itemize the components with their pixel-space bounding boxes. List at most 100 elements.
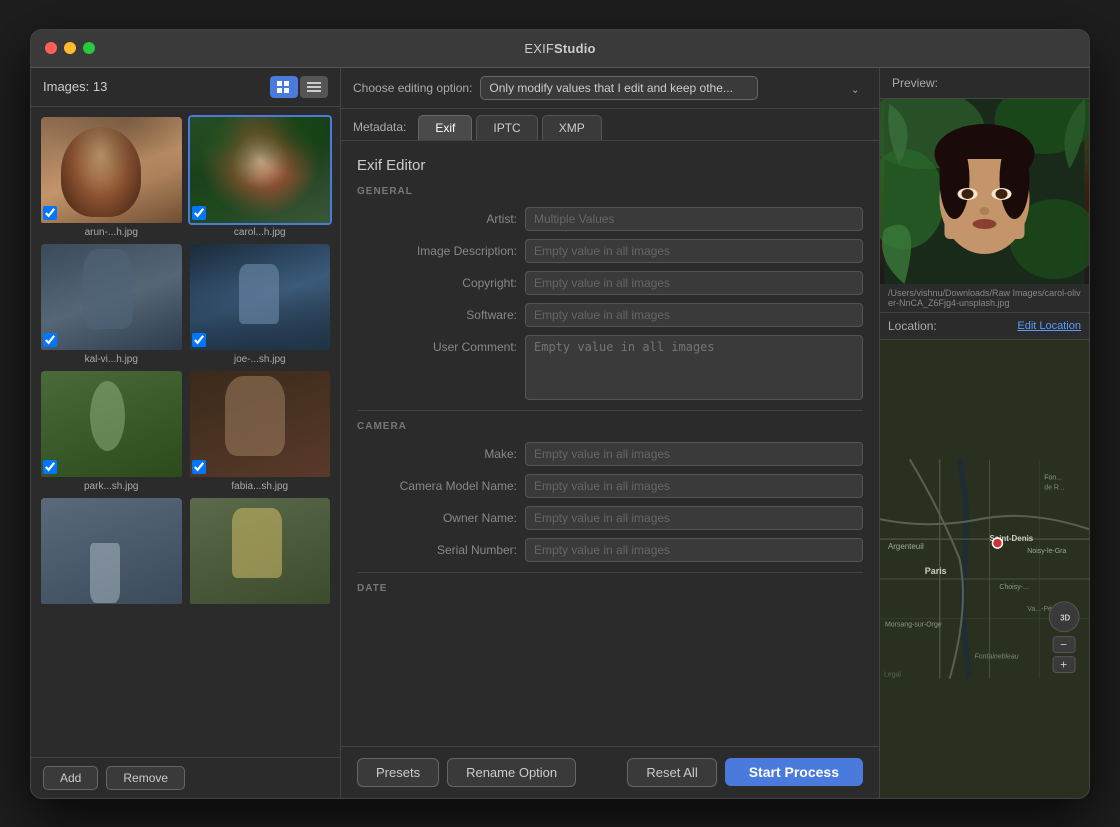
editing-select[interactable]: Only modify values that I edit and keep … [480, 76, 758, 100]
tab-iptc[interactable]: IPTC [476, 115, 537, 140]
editor-content: Exif Editor GENERAL Artist: Image Descri… [341, 141, 879, 746]
svg-text:Paris: Paris [925, 565, 947, 575]
field-row-artist: Artist: [357, 207, 863, 231]
edit-location-link[interactable]: Edit Location [1017, 320, 1081, 332]
image-item-6[interactable]: fabia...sh.jpg [188, 369, 333, 492]
app-title: EXIFStudio [524, 41, 595, 56]
image-checkbox-6[interactable] [192, 460, 206, 474]
software-input[interactable] [525, 303, 863, 327]
section-camera-label: CAMERA [357, 421, 863, 432]
svg-text:Morsang-sur-Orge: Morsang-sur-Orge [885, 621, 942, 628]
svg-text:Fontainebleau: Fontainebleau [975, 653, 1019, 660]
svg-text:Noisy-le-Gra: Noisy-le-Gra [1027, 548, 1066, 555]
field-row-software: Software: [357, 303, 863, 327]
image-item-8[interactable] [188, 496, 333, 608]
reset-all-button[interactable]: Reset All [627, 758, 716, 787]
make-input[interactable] [525, 442, 863, 466]
image-thumb-wrap-8 [188, 496, 333, 606]
svg-text:+: + [1060, 657, 1067, 671]
serial-number-label: Serial Number: [357, 538, 517, 557]
image-thumb-wrap-2 [188, 115, 333, 225]
image-checkbox-2[interactable] [192, 206, 206, 220]
image-label-2: carol...h.jpg [188, 227, 333, 238]
image-thumb-wrap-6 [188, 369, 333, 479]
preview-image [880, 99, 1089, 284]
serial-number-input[interactable] [525, 538, 863, 562]
user-comment-input[interactable] [525, 335, 863, 400]
svg-text:3D: 3D [1060, 613, 1070, 622]
image-description-input[interactable] [525, 239, 863, 263]
image-item-7[interactable] [39, 496, 184, 608]
svg-text:Fon...: Fon... [1044, 474, 1062, 481]
center-panel: Choose editing option: Only modify value… [341, 68, 879, 798]
minimize-button[interactable] [64, 42, 76, 54]
image-item-4[interactable]: joe-...sh.jpg [188, 242, 333, 365]
software-label: Software: [357, 303, 517, 322]
make-label: Make: [357, 442, 517, 461]
image-thumb-wrap-4 [188, 242, 333, 352]
preview-svg [880, 99, 1089, 284]
editor-title: Exif Editor [357, 157, 863, 174]
field-row-make: Make: [357, 442, 863, 466]
field-row-camera-model: Camera Model Name: [357, 474, 863, 498]
field-row-user-comment: User Comment: [357, 335, 863, 400]
tab-exif[interactable]: Exif [418, 115, 472, 140]
image-checkbox-3[interactable] [43, 333, 57, 347]
map-background: Argenteuil Saint-Denis Noisy-le-Gra Pari… [880, 340, 1089, 798]
list-view-button[interactable] [300, 76, 328, 98]
maximize-button[interactable] [83, 42, 95, 54]
section-divider-date [357, 572, 863, 573]
grid-view-button[interactable] [270, 76, 298, 98]
title-studio: Studio [554, 41, 596, 56]
owner-name-input[interactable] [525, 506, 863, 530]
bottom-bar: Presets Rename Option Reset All Start Pr… [341, 746, 879, 798]
image-checkbox-4[interactable] [192, 333, 206, 347]
map-container[interactable]: Argenteuil Saint-Denis Noisy-le-Gra Pari… [880, 340, 1089, 798]
editing-option-bar: Choose editing option: Only modify value… [341, 68, 879, 109]
preview-header: Preview: [880, 68, 1089, 99]
camera-model-input[interactable] [525, 474, 863, 498]
owner-name-label: Owner Name: [357, 506, 517, 525]
user-comment-label: User Comment: [357, 335, 517, 354]
presets-button[interactable]: Presets [357, 758, 439, 787]
image-label-3: kal-vi...h.jpg [39, 354, 184, 365]
main-content: Images: 13 [31, 68, 1089, 798]
metadata-label: Metadata: [353, 120, 406, 134]
image-description-label: Image Description: [357, 239, 517, 258]
svg-text:de R...: de R... [1044, 484, 1065, 491]
image-thumb-wrap-5 [39, 369, 184, 479]
add-button[interactable]: Add [43, 766, 98, 790]
field-row-serial-number: Serial Number: [357, 538, 863, 562]
image-thumb-wrap-3 [39, 242, 184, 352]
map-svg: Argenteuil Saint-Denis Noisy-le-Gra Pari… [880, 340, 1089, 798]
svg-text:Argenteuil: Argenteuil [888, 542, 924, 551]
tab-xmp[interactable]: XMP [542, 115, 602, 140]
svg-text:−: − [1060, 637, 1067, 651]
field-row-owner-name: Owner Name: [357, 506, 863, 530]
image-checkbox-5[interactable] [43, 460, 57, 474]
camera-model-label: Camera Model Name: [357, 474, 517, 493]
rename-option-button[interactable]: Rename Option [447, 758, 576, 787]
remove-button[interactable]: Remove [106, 766, 185, 790]
view-toggles [270, 76, 328, 98]
artist-label: Artist: [357, 207, 517, 226]
svg-text:Choisy-...: Choisy-... [999, 583, 1028, 590]
image-label-4: joe-...sh.jpg [188, 354, 333, 365]
image-item-2[interactable]: carol...h.jpg [188, 115, 333, 238]
image-checkbox-1[interactable] [43, 206, 57, 220]
close-button[interactable] [45, 42, 57, 54]
start-process-button[interactable]: Start Process [725, 758, 863, 786]
copyright-label: Copyright: [357, 271, 517, 290]
artist-input[interactable] [525, 207, 863, 231]
sidebar-header: Images: 13 [31, 68, 340, 107]
image-item-1[interactable]: arun-...h.jpg [39, 115, 184, 238]
section-general-label: GENERAL [357, 186, 863, 197]
field-row-copyright: Copyright: [357, 271, 863, 295]
tabs-bar: Metadata: Exif IPTC XMP [341, 109, 879, 141]
traffic-lights [45, 42, 95, 54]
title-exif: EXIF [524, 41, 554, 56]
copyright-input[interactable] [525, 271, 863, 295]
field-row-image-description: Image Description: [357, 239, 863, 263]
image-item-5[interactable]: park...sh.jpg [39, 369, 184, 492]
image-item-3[interactable]: kal-vi...h.jpg [39, 242, 184, 365]
